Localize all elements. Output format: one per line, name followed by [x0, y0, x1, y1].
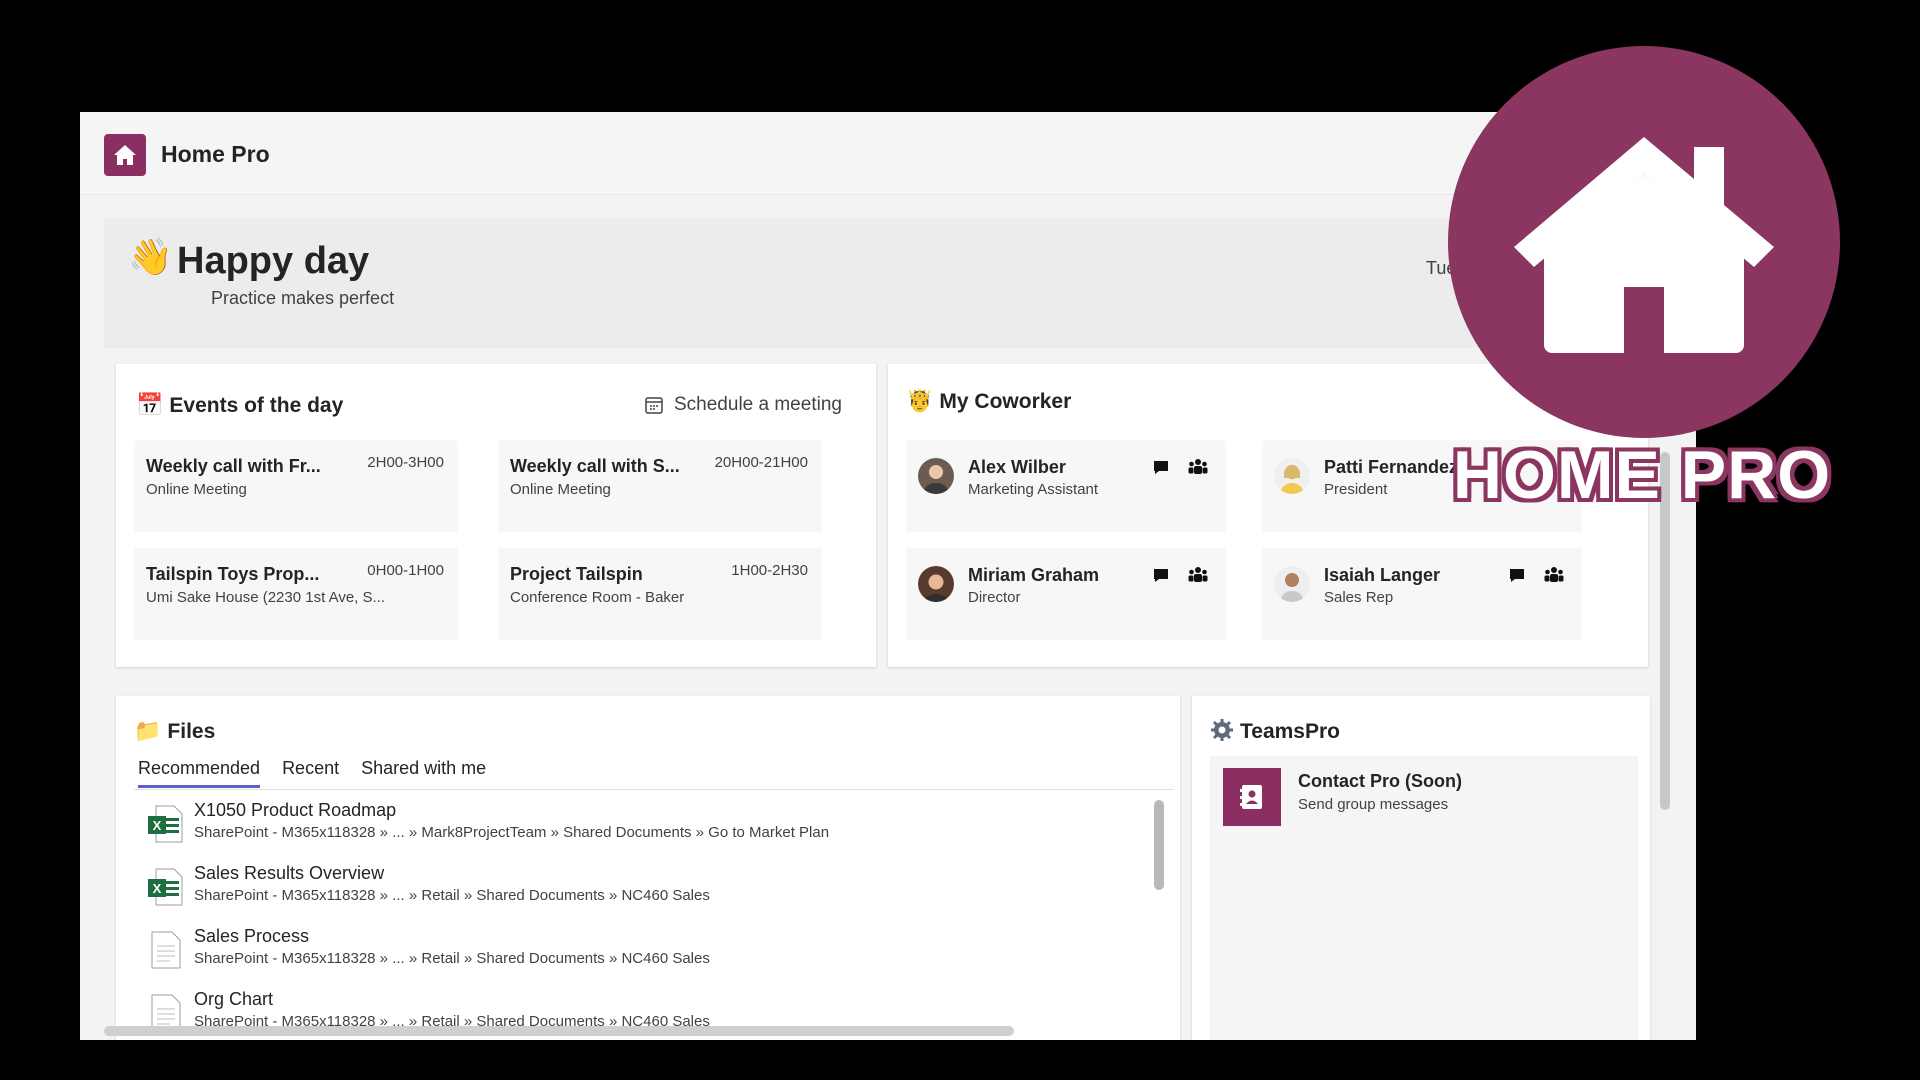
event-location: Online Meeting — [146, 481, 247, 498]
avatar[interactable] — [918, 566, 954, 602]
avatar[interactable] — [1274, 566, 1310, 602]
events-title: 📅 Events of the day — [136, 392, 344, 417]
coworker-item: Isaiah Langer Sales Rep — [1262, 548, 1582, 640]
coworker-role: President — [1324, 481, 1388, 498]
files-tabs: Recommended Recent Shared with me — [138, 758, 486, 788]
files-title: 📁 Files — [134, 718, 216, 743]
document-icon — [146, 930, 184, 975]
event-item[interactable]: Weekly call with Fr... 2H00-3H00 Online … — [134, 440, 458, 532]
avatar[interactable] — [1274, 458, 1310, 494]
events-card: 📅 Events of the day Schedule a meeting We… — [116, 364, 876, 667]
coworker-name: Miriam Graham — [968, 565, 1100, 585]
event-location: Umi Sake House (2230 1st Ave, S... — [146, 589, 386, 606]
coworker-role: Marketing Assistant — [968, 481, 1099, 498]
schedule-meeting-button[interactable]: Schedule a meeting — [644, 394, 842, 416]
excel-icon: X — [146, 867, 184, 912]
excel-icon: X — [146, 804, 184, 849]
coworker-name: Isaiah Langer — [1324, 565, 1441, 585]
gear-icon — [1210, 718, 1234, 743]
event-location: Conference Room - Baker — [510, 589, 685, 606]
teamspro-list: Contact Pro (Soon) Send group messages — [1210, 756, 1638, 1040]
tab-shared-with-me[interactable]: Shared with me — [361, 758, 486, 788]
event-title: Tailspin Toys Prop... — [146, 564, 320, 584]
event-item[interactable]: Project Tailspin 1H00-2H30 Conference Ro… — [498, 548, 822, 640]
file-path: SharePoint - M365x118328 » ... » Retail … — [194, 887, 710, 904]
contact-pro-subtitle: Send group messages — [1298, 796, 1449, 813]
files-scrollbar[interactable] — [1154, 800, 1164, 890]
event-item[interactable]: Weekly call with S... 20H00-21H00 Online… — [498, 440, 822, 532]
title-bar: Home Pro — [80, 112, 1696, 195]
file-name: Org Chart — [194, 989, 274, 1009]
svg-text:X: X — [153, 881, 162, 896]
waving-hand-icon: 👋 — [128, 236, 173, 277]
avatar[interactable] — [918, 458, 954, 494]
coworker-role: Sales Rep — [1324, 589, 1394, 606]
event-time: 2H00-3H00 — [367, 454, 444, 471]
horizontal-scrollbar[interactable] — [104, 1026, 1014, 1036]
folder-icon: 📁 — [134, 718, 162, 743]
teams-icon[interactable] — [1188, 458, 1208, 481]
app-title: Home Pro — [161, 141, 270, 167]
coworker-item: Miriam Graham Director — [906, 548, 1226, 640]
welcome-banner: 👋 Happy day Practice makes perfect Tuesd — [104, 218, 1664, 348]
home-pro-logo-text: HOME PRO — [1452, 437, 1832, 513]
coworker-name: Alex Wilber — [968, 457, 1066, 477]
teamspro-title: TeamsPro — [1210, 718, 1340, 744]
greeting-title: Happy day — [177, 240, 370, 282]
tab-recent[interactable]: Recent — [282, 758, 339, 788]
teamspro-card: TeamsPro Contact Pro (Soon) Send group m… — [1192, 696, 1650, 1040]
coworker-name: Patti Fernandez — [1324, 457, 1459, 477]
divider — [134, 789, 1174, 790]
coworker-role: Director — [968, 589, 1021, 606]
event-item[interactable]: Tailspin Toys Prop... 0H00-1H00 Umi Sake… — [134, 548, 458, 640]
file-name: X1050 Product Roadmap — [194, 800, 397, 820]
event-title: Weekly call with S... — [510, 456, 680, 476]
file-name: Sales Process — [194, 926, 310, 946]
teams-icon[interactable] — [1544, 566, 1564, 589]
svg-text:X: X — [153, 818, 162, 833]
coworker-title: 🤴 My Coworker — [906, 388, 1072, 413]
file-path: SharePoint - M365x118328 » ... » Mark8Pr… — [194, 824, 830, 841]
event-title: Project Tailspin — [510, 564, 643, 584]
file-path: SharePoint - M365x118328 » ... » Retail … — [194, 950, 710, 967]
person-emoji-icon: 🤴 — [906, 388, 934, 413]
event-title: Weekly call with Fr... — [146, 456, 321, 476]
event-time: 1H00-2H30 — [731, 562, 808, 579]
file-row[interactable]: Sales Process SharePoint - M365x118328 »… — [146, 926, 1126, 982]
event-time: 20H00-21H00 — [714, 454, 808, 471]
calendar-add-icon — [645, 397, 663, 414]
file-row[interactable]: X Sales Results Overview SharePoint - M3… — [146, 863, 1126, 919]
coworker-item: Alex Wilber Marketing Assistant — [906, 440, 1226, 532]
house-icon — [1514, 137, 1774, 353]
calendar-icon: 📅 — [136, 392, 164, 417]
chat-icon[interactable] — [1152, 566, 1170, 589]
home-pro-logo — [1448, 46, 1840, 438]
event-location: Online Meeting — [510, 481, 611, 498]
files-card: 📁 Files Recommended Recent Shared with me… — [116, 696, 1180, 1040]
chat-icon[interactable] — [1508, 566, 1526, 589]
file-name: Sales Results Overview — [194, 863, 385, 883]
contact-pro-name: Contact Pro (Soon) — [1298, 771, 1462, 791]
event-time: 0H00-1H00 — [367, 562, 444, 579]
contact-book-icon — [1223, 768, 1281, 826]
coworker-card: 🤴 My Coworker Alex Wilber Marketing Assis… — [888, 364, 1648, 667]
home-icon — [104, 134, 146, 176]
file-row[interactable]: X X1050 Product Roadmap SharePoint - M36… — [146, 800, 1126, 856]
tab-recommended[interactable]: Recommended — [138, 758, 261, 788]
greeting-subtitle: Practice makes perfect — [211, 288, 395, 308]
chat-icon[interactable] — [1152, 458, 1170, 481]
teams-icon[interactable] — [1188, 566, 1208, 589]
